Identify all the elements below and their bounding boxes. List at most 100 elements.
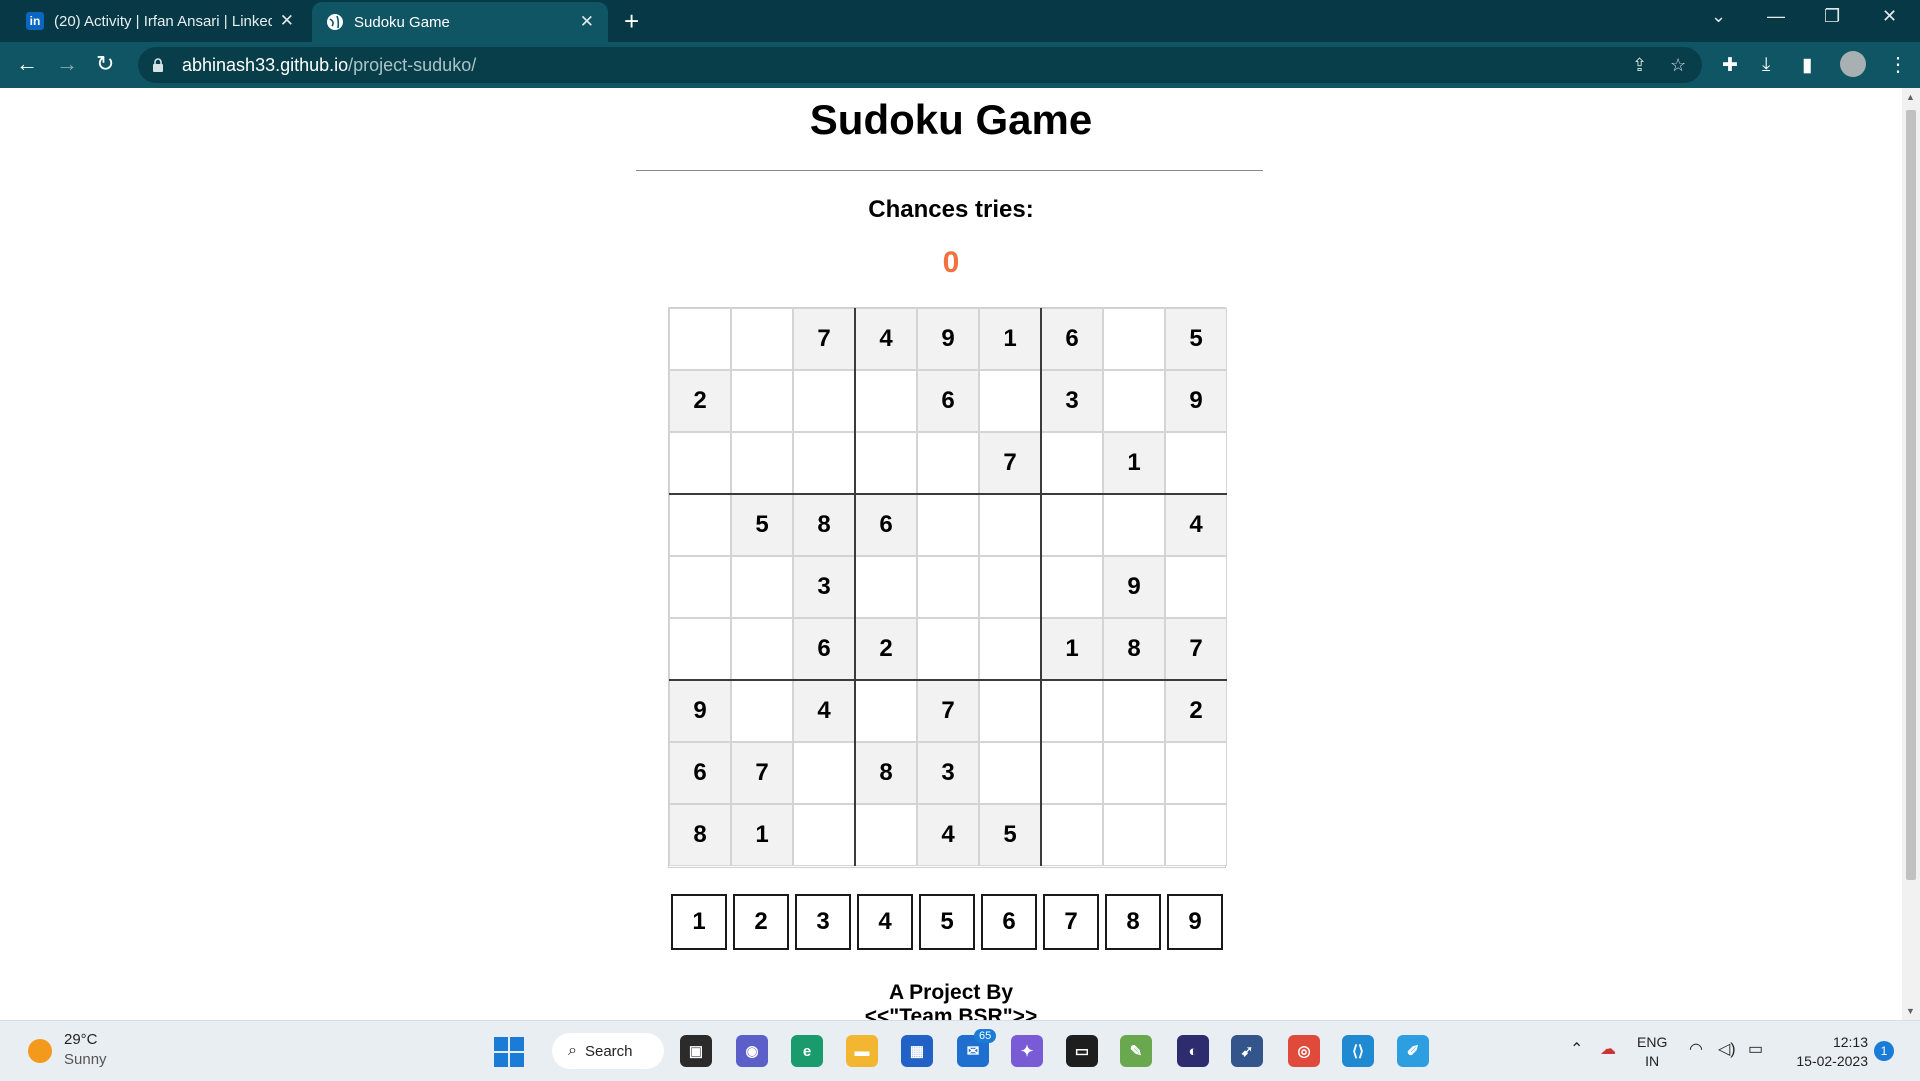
scroll-thumb[interactable] xyxy=(1906,110,1916,880)
sudoku-cell[interactable]: 7 xyxy=(917,680,979,742)
sudoku-cell[interactable] xyxy=(669,308,731,370)
sudoku-cell[interactable] xyxy=(917,556,979,618)
close-window-icon[interactable]: ✕ xyxy=(1882,6,1897,27)
start-icon[interactable] xyxy=(494,1037,524,1067)
chrome-icon[interactable]: ◎ xyxy=(1288,1035,1320,1067)
sudoku-cell[interactable] xyxy=(1103,804,1165,866)
sudoku-cell[interactable]: 6 xyxy=(917,370,979,432)
sudoku-cell[interactable]: 8 xyxy=(1103,618,1165,680)
sudoku-cell[interactable]: 2 xyxy=(669,370,731,432)
sudoku-cell[interactable]: 7 xyxy=(793,308,855,370)
bookmark-star-icon[interactable]: ☆ xyxy=(1670,55,1686,76)
sudoku-cell[interactable]: 9 xyxy=(1103,556,1165,618)
sudoku-cell[interactable] xyxy=(1165,742,1227,804)
share-icon[interactable]: ⇪ xyxy=(1632,55,1647,76)
back-icon[interactable]: ← xyxy=(16,51,38,77)
sudoku-cell[interactable] xyxy=(979,742,1041,804)
sudoku-cell[interactable]: 3 xyxy=(1041,370,1103,432)
sudoku-cell[interactable]: 9 xyxy=(917,308,979,370)
digit-button[interactable]: 1 xyxy=(671,894,727,950)
sudoku-cell[interactable] xyxy=(979,618,1041,680)
sudoku-cell[interactable]: 4 xyxy=(917,804,979,866)
sudoku-cell[interactable] xyxy=(731,680,793,742)
sudoku-cell[interactable]: 4 xyxy=(1165,494,1227,556)
terminal-icon[interactable]: ▭ xyxy=(1066,1035,1098,1067)
sudoku-cell[interactable]: 9 xyxy=(1165,370,1227,432)
sudoku-cell[interactable]: 6 xyxy=(669,742,731,804)
new-tab-icon[interactable]: + xyxy=(624,6,639,37)
sudoku-cell[interactable] xyxy=(855,556,917,618)
sudoku-cell[interactable] xyxy=(1103,494,1165,556)
download-icon[interactable]: ⤓ xyxy=(1762,54,1770,76)
sudoku-cell[interactable] xyxy=(793,370,855,432)
sudoku-cell[interactable]: 5 xyxy=(1165,308,1227,370)
taskbar-search[interactable]: ⌕ Search xyxy=(552,1033,664,1069)
sudoku-cell[interactable]: 1 xyxy=(1103,432,1165,494)
digit-button[interactable]: 7 xyxy=(1043,894,1099,950)
sudoku-cell[interactable]: 6 xyxy=(855,494,917,556)
sudoku-cell[interactable]: 3 xyxy=(917,742,979,804)
weather-sun-icon[interactable] xyxy=(28,1039,52,1063)
sudoku-cell[interactable] xyxy=(731,308,793,370)
sudoku-cell[interactable]: 6 xyxy=(1041,308,1103,370)
close-tab-icon[interactable]: ✕ xyxy=(280,11,294,31)
vertical-scrollbar[interactable]: ▲ ▼ xyxy=(1902,88,1920,1020)
sudoku-cell[interactable]: 6 xyxy=(793,618,855,680)
sudoku-cell[interactable] xyxy=(855,680,917,742)
sudoku-cell[interactable]: 7 xyxy=(979,432,1041,494)
sudoku-cell[interactable]: 7 xyxy=(1165,618,1227,680)
cursor-app-icon[interactable]: ➹ xyxy=(1231,1035,1263,1067)
side-panel-icon[interactable]: ▮ xyxy=(1802,54,1812,77)
sudoku-cell[interactable]: 8 xyxy=(669,804,731,866)
paint-app-icon[interactable]: ✐ xyxy=(1397,1035,1429,1067)
digit-button[interactable]: 4 xyxy=(857,894,913,950)
sudoku-cell[interactable] xyxy=(793,742,855,804)
forward-icon[interactable]: → xyxy=(56,51,78,77)
sudoku-cell[interactable] xyxy=(1103,742,1165,804)
sudoku-cell[interactable] xyxy=(855,804,917,866)
sudoku-cell[interactable] xyxy=(669,556,731,618)
digit-button[interactable]: 2 xyxy=(733,894,789,950)
sudoku-cell[interactable]: 5 xyxy=(979,804,1041,866)
sudoku-cell[interactable] xyxy=(917,432,979,494)
eclipse-icon[interactable]: ◐ xyxy=(1177,1035,1209,1067)
sudoku-cell[interactable]: 5 xyxy=(731,494,793,556)
sudoku-cell[interactable] xyxy=(1041,432,1103,494)
notification-badge[interactable]: 1 xyxy=(1874,1041,1894,1061)
tab-linkedin[interactable]: in (20) Activity | Irfan Ansari | Linked… xyxy=(12,0,308,42)
sudoku-cell[interactable] xyxy=(1041,742,1103,804)
sudoku-cell[interactable] xyxy=(731,618,793,680)
sudoku-cell[interactable] xyxy=(1165,804,1227,866)
sudoku-cell[interactable] xyxy=(1165,556,1227,618)
show-hidden-icons-chevron-icon[interactable]: ⌃ xyxy=(1570,1039,1583,1059)
onedrive-error-icon[interactable]: ☁ xyxy=(1600,1039,1616,1059)
sudoku-cell[interactable]: 2 xyxy=(855,618,917,680)
sudoku-cell[interactable]: 1 xyxy=(731,804,793,866)
sudoku-cell[interactable] xyxy=(1041,494,1103,556)
menu-icon[interactable]: ⋮ xyxy=(1888,52,1908,77)
digit-button[interactable]: 5 xyxy=(919,894,975,950)
address-bar[interactable]: abhinash33.github.io/project-suduko/ ⇪ ☆ xyxy=(138,47,1702,83)
task-view-icon[interactable]: ▣ xyxy=(680,1035,712,1067)
profile-avatar[interactable] xyxy=(1840,51,1866,77)
sudoku-cell[interactable] xyxy=(1041,804,1103,866)
scroll-up-icon[interactable]: ▲ xyxy=(1906,92,1915,102)
reload-icon[interactable]: ↻ xyxy=(96,51,114,77)
sudoku-cell[interactable] xyxy=(1103,680,1165,742)
digit-button[interactable]: 3 xyxy=(795,894,851,950)
sudoku-cell[interactable]: 2 xyxy=(1165,680,1227,742)
restore-icon[interactable]: ❐ xyxy=(1824,6,1840,27)
close-tab-icon[interactable]: ✕ xyxy=(580,12,594,32)
volume-icon[interactable]: ◁) xyxy=(1718,1039,1736,1059)
sudoku-cell[interactable] xyxy=(979,494,1041,556)
sudoku-cell[interactable] xyxy=(669,618,731,680)
digit-button[interactable]: 9 xyxy=(1167,894,1223,950)
file-explorer-icon[interactable]: ▬ xyxy=(846,1035,878,1067)
sudoku-cell[interactable] xyxy=(917,494,979,556)
digit-button[interactable]: 6 xyxy=(981,894,1037,950)
minimize-icon[interactable]: — xyxy=(1767,6,1785,27)
clock[interactable]: 12:13 15-02-2023 xyxy=(1788,1033,1868,1071)
sudoku-cell[interactable] xyxy=(669,432,731,494)
sudoku-cell[interactable] xyxy=(855,432,917,494)
sudoku-cell[interactable] xyxy=(979,680,1041,742)
